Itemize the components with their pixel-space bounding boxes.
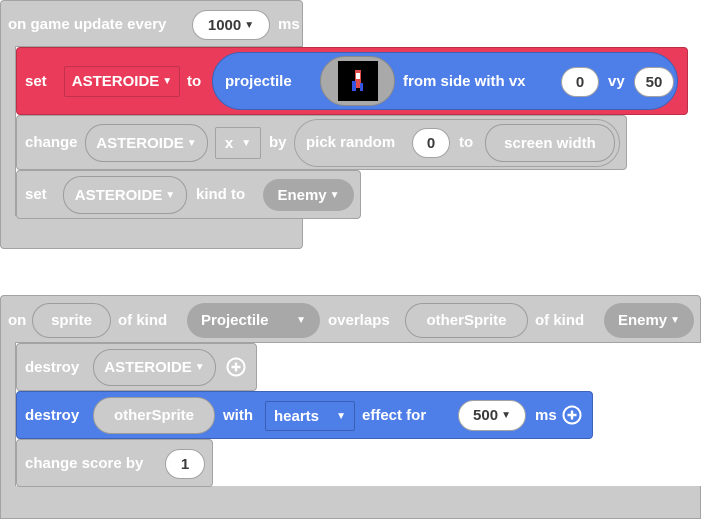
change-label: change [25, 134, 78, 151]
chevron-down-icon: ▼ [241, 137, 252, 149]
chevron-down-icon: ▼ [162, 76, 173, 87]
chevron-down-icon: ▼ [186, 137, 197, 149]
random-min-value: 0 [426, 134, 436, 152]
kind-dropdown[interactable]: Enemy ▼ [263, 179, 354, 211]
update-interval-dropdown[interactable]: 1000 ▼ [192, 10, 270, 40]
sprite-image-picker[interactable] [320, 56, 395, 106]
from-side-label: from side with vx [403, 73, 526, 90]
effect-unit-label: ms [535, 407, 557, 424]
other-sprite-value: otherSprite [426, 312, 507, 329]
projectile-label: projectile [225, 73, 292, 90]
by-label: by [269, 134, 287, 151]
expand-plus-icon[interactable] [226, 357, 246, 377]
property-dropdown[interactable]: x ▼ [215, 127, 261, 159]
projectile-kind-dropdown[interactable]: Projectile ▼ [187, 303, 320, 338]
screen-width-block[interactable]: screen width [485, 124, 615, 162]
random-to-label: to [459, 134, 474, 151]
chevron-down-icon: ▼ [244, 19, 255, 31]
vy-label: vy [608, 73, 625, 90]
other-sprite-variable[interactable]: otherSprite [93, 397, 215, 434]
chevron-down-icon: ▼ [165, 189, 176, 201]
overlap-event-footer [0, 486, 701, 519]
overlap-event-body [0, 342, 16, 502]
asteroide-variable-dropdown[interactable]: ASTEROIDE ▼ [85, 124, 208, 162]
of-kind-label: of kind [118, 312, 168, 329]
chevron-down-icon: ▼ [194, 362, 205, 373]
set-label: set [25, 73, 47, 90]
enemy-kind-dropdown[interactable]: Enemy ▼ [604, 303, 694, 338]
chevron-down-icon: ▼ [329, 189, 340, 201]
on-label: on [8, 312, 27, 329]
asteroide-variable-value: ASTEROIDE [71, 73, 160, 90]
game-update-event-footer [0, 216, 303, 249]
vy-input[interactable]: 50 [634, 67, 674, 97]
projectile-kind-value: Projectile [201, 312, 269, 329]
chevron-down-icon: ▼ [670, 315, 681, 326]
sprite-variable[interactable]: sprite [32, 303, 111, 338]
pick-random-label: pick random [306, 134, 396, 151]
with-label: with [223, 407, 253, 424]
sprite-variable-value: sprite [51, 312, 92, 329]
chevron-down-icon: ▼ [296, 315, 306, 326]
kind-to-label: kind to [196, 186, 246, 203]
kind-value: Enemy [277, 186, 327, 204]
asteroide-variable-dropdown[interactable]: ASTEROIDE ▼ [64, 66, 180, 97]
destroy-label: destroy [25, 407, 80, 424]
asteroide-variable-dropdown[interactable]: ASTEROIDE ▼ [93, 349, 216, 386]
other-sprite-variable[interactable]: otherSprite [405, 303, 528, 338]
effect-dropdown[interactable]: hearts ▼ [265, 401, 355, 431]
destroy-label: destroy [25, 359, 80, 376]
vx-input[interactable]: 0 [561, 67, 599, 97]
screen-width-label: screen width [504, 134, 596, 152]
expand-plus-icon[interactable] [562, 405, 582, 425]
random-min-input[interactable]: 0 [412, 128, 450, 158]
set-label: set [25, 186, 47, 203]
update-unit-label: ms [278, 16, 300, 33]
vy-value: 50 [645, 73, 663, 91]
effect-duration-value: 500 [473, 407, 499, 424]
overlaps-label: overlaps [328, 312, 390, 329]
asteroide-variable-value: ASTEROIDE [74, 186, 163, 204]
chevron-down-icon: ▼ [336, 410, 346, 422]
game-update-label: on game update every [8, 16, 167, 33]
change-score-label: change score by [25, 455, 144, 472]
score-value-input[interactable]: 1 [165, 449, 205, 479]
effect-value: hearts [274, 407, 320, 425]
asteroid-sprite-image [338, 61, 378, 101]
score-value: 1 [180, 455, 190, 473]
asteroide-variable-dropdown[interactable]: ASTEROIDE ▼ [63, 176, 187, 214]
of-kind-label: of kind [535, 312, 585, 329]
effect-duration-dropdown[interactable]: 500 ▼ [458, 400, 526, 431]
effect-for-label: effect for [362, 407, 427, 424]
enemy-kind-value: Enemy [617, 312, 668, 329]
property-value: x [224, 134, 234, 152]
to-label: to [187, 73, 202, 90]
vx-value: 0 [575, 73, 585, 91]
asteroide-variable-value: ASTEROIDE [104, 359, 192, 376]
other-sprite-value: otherSprite [113, 407, 194, 424]
update-interval-value: 1000 [207, 16, 242, 34]
chevron-down-icon: ▼ [501, 410, 511, 421]
asteroide-variable-value: ASTEROIDE [96, 134, 184, 152]
